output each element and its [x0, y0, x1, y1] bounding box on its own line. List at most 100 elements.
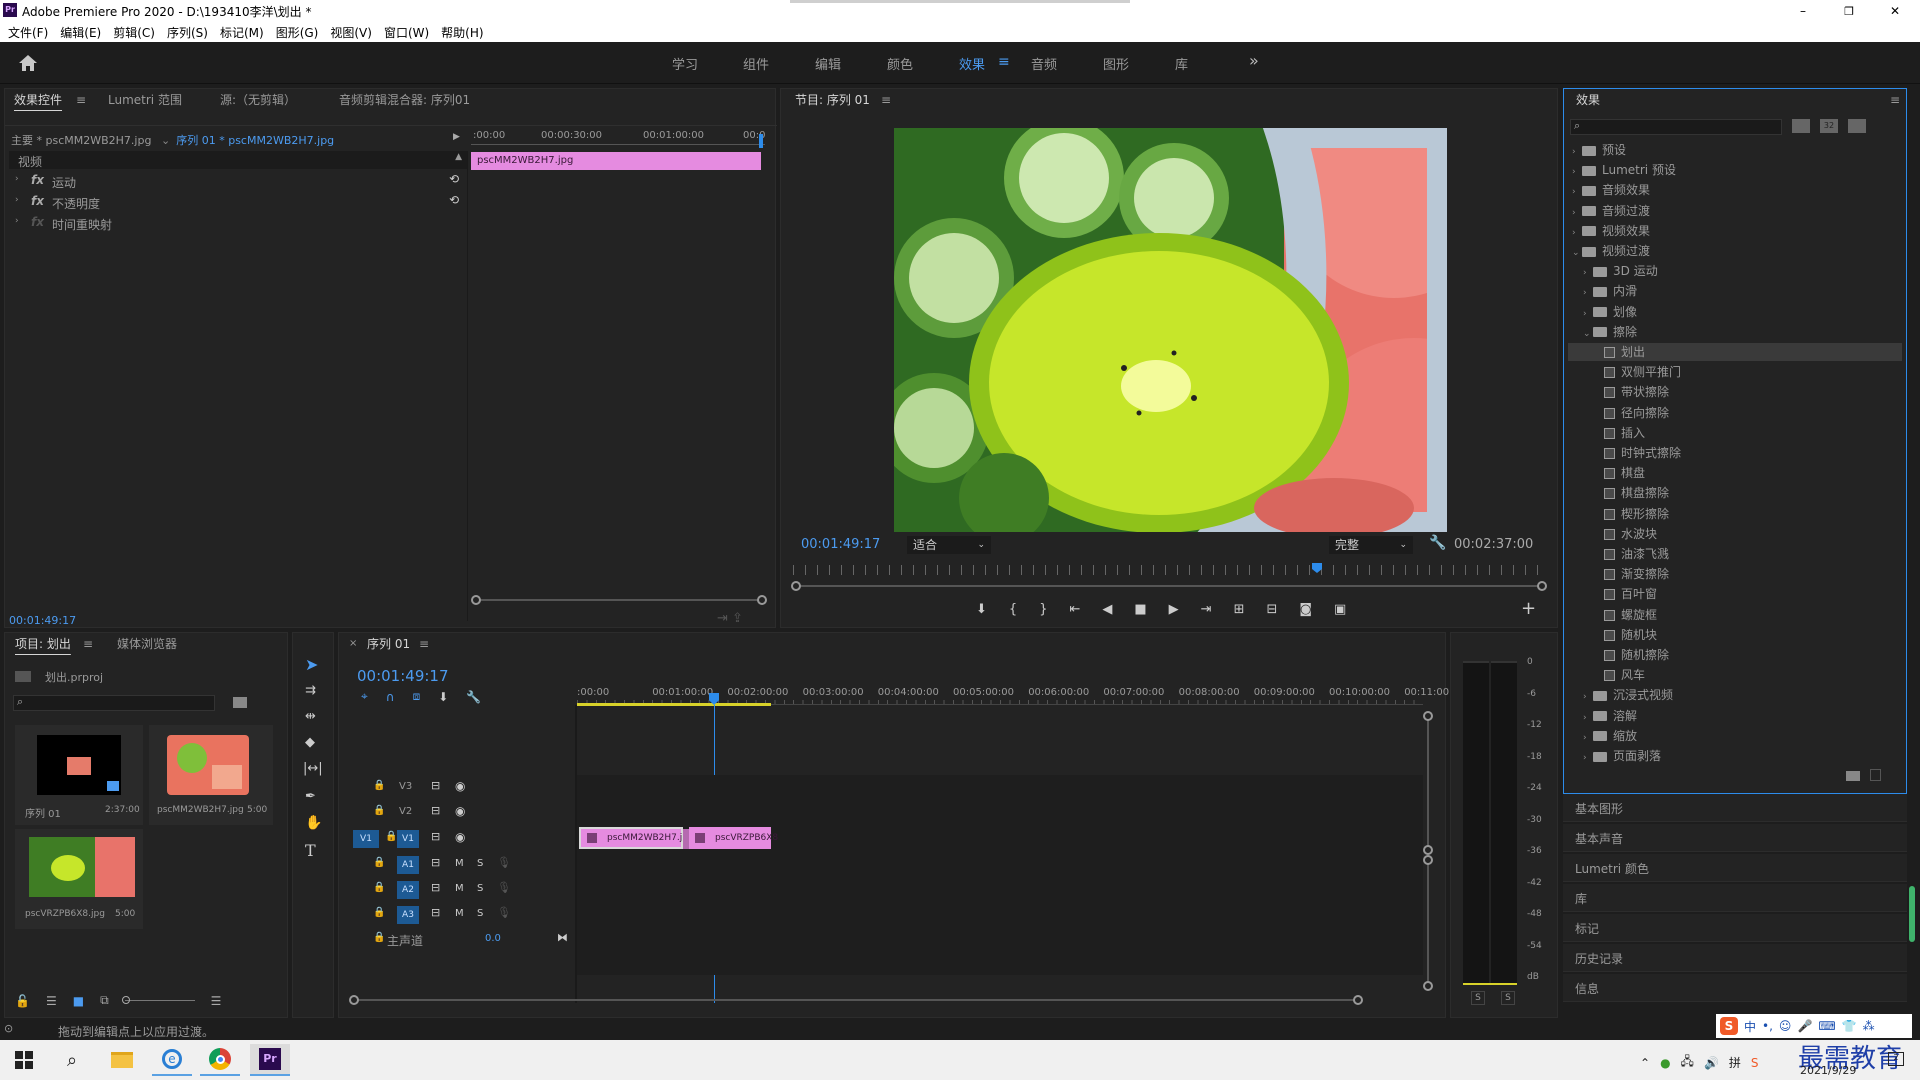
- emoji-icon[interactable]: ☺: [1779, 1019, 1792, 1033]
- chevron-right-icon[interactable]: ›: [1572, 163, 1582, 181]
- chevron-right-icon[interactable]: ›: [1583, 749, 1593, 767]
- list-view-icon[interactable]: ☰: [46, 994, 57, 1008]
- sync-lock-icon[interactable]: ⊟: [431, 881, 440, 894]
- mute-button[interactable]: M: [455, 908, 464, 919]
- home-icon[interactable]: [18, 54, 38, 72]
- freeform-view-icon[interactable]: ⧉: [100, 993, 109, 1008]
- effect-item[interactable]: 时钟式擦除: [1568, 444, 1902, 462]
- chevron-right-icon[interactable]: ›: [1572, 224, 1582, 242]
- effect-item[interactable]: 水波块: [1568, 525, 1902, 543]
- workspace-graphics[interactable]: 图形: [1103, 54, 1129, 73]
- track-select-tool-icon[interactable]: ⇉: [305, 683, 316, 698]
- track-target-v1[interactable]: V1: [397, 830, 419, 848]
- maximize-button[interactable]: ❐: [1836, 0, 1862, 22]
- effects-folder[interactable]: › 音频效果: [1568, 181, 1902, 199]
- menu-view[interactable]: 视图(V): [330, 24, 372, 41]
- premiere-pro-taskbar-icon[interactable]: Pr: [250, 1044, 290, 1076]
- voice-icon[interactable]: 🎤: [1797, 1019, 1812, 1033]
- eye-icon[interactable]: ◉: [455, 830, 465, 844]
- ime-mode[interactable]: 中: [1744, 1018, 1756, 1035]
- track-target-a1[interactable]: A1: [397, 856, 419, 874]
- sort-icon[interactable]: ☰: [211, 994, 222, 1008]
- lock-icon[interactable]: 🔓: [15, 994, 30, 1008]
- go-to-out-icon[interactable]: ⇥: [1201, 602, 1212, 617]
- workspace-editing[interactable]: 编辑: [815, 54, 841, 73]
- add-marker-icon[interactable]: ⬇: [976, 602, 987, 617]
- ec-zoom-scrollbar[interactable]: [471, 595, 767, 605]
- menu-file[interactable]: 文件(F): [8, 24, 48, 41]
- effects-folder[interactable]: › 音频过渡: [1568, 202, 1902, 220]
- timeline-timecode[interactable]: 00:01:49:17: [357, 667, 449, 685]
- source-patch-v1[interactable]: V1: [353, 830, 379, 848]
- menu-window[interactable]: 窗口(W): [384, 24, 429, 41]
- menu-clip[interactable]: 剪辑(C): [113, 24, 155, 41]
- tab-project[interactable]: 项目: 划出: [15, 633, 71, 655]
- tools-grid-icon[interactable]: ⁂: [1863, 1019, 1875, 1033]
- ec-playhead[interactable]: [759, 134, 763, 148]
- solo-button[interactable]: S: [477, 883, 483, 894]
- lift-icon[interactable]: ⊞: [1234, 602, 1245, 617]
- effect-item[interactable]: 棋盘擦除: [1568, 484, 1902, 502]
- mute-button[interactable]: M: [455, 883, 464, 894]
- mic-icon[interactable]: 🎙: [497, 856, 511, 869]
- chrome-icon[interactable]: [200, 1044, 240, 1076]
- stop-icon[interactable]: ■: [1134, 602, 1146, 617]
- workspace-more-icon[interactable]: »: [1249, 51, 1259, 70]
- sync-lock-icon[interactable]: ⊟: [431, 906, 440, 919]
- icon-view-icon[interactable]: ■: [73, 994, 84, 1008]
- side-panel-header[interactable]: Lumetri 颜色: [1563, 854, 1907, 882]
- project-item-image-2[interactable]: pscVRZPB6X8.jpg 5:00: [15, 829, 143, 929]
- expand-icon[interactable]: ›: [15, 195, 25, 205]
- collapse-icon[interactable]: ▲: [455, 152, 462, 162]
- timeline-audio-scrollbar[interactable]: [1423, 855, 1433, 991]
- delete-icon[interactable]: [1870, 769, 1881, 781]
- side-panel-header[interactable]: 基本图形: [1563, 794, 1907, 822]
- effects-folder[interactable]: ⌄ 视频过渡: [1568, 242, 1902, 260]
- ec-footer-icons[interactable]: ⇥ ⇪: [717, 611, 743, 626]
- chevron-right-icon[interactable]: ›: [1572, 183, 1582, 201]
- speaker-icon[interactable]: 🔊: [1704, 1056, 1719, 1070]
- tab-media-browser[interactable]: 媒体浏览器: [117, 633, 177, 655]
- side-panel-header[interactable]: 历史记录: [1563, 944, 1907, 972]
- master-volume-value[interactable]: 0.0: [485, 933, 501, 944]
- effects-menu-icon[interactable]: ≡: [1890, 89, 1900, 111]
- ie-browser-icon[interactable]: e: [152, 1044, 192, 1076]
- new-bin-icon[interactable]: [1846, 771, 1860, 781]
- lock-icon[interactable]: 🔒: [373, 780, 385, 791]
- effects-folder[interactable]: › 溶解: [1568, 707, 1902, 725]
- chevron-right-icon[interactable]: ›: [1583, 709, 1593, 727]
- sogou-tray-icon[interactable]: S: [1751, 1056, 1759, 1070]
- linked-selection-icon[interactable]: ⧈: [413, 689, 421, 704]
- program-time-ruler[interactable]: [793, 565, 1545, 575]
- nest-icon[interactable]: ⌖: [361, 689, 368, 704]
- effect-item[interactable]: 随机擦除: [1568, 646, 1902, 664]
- chevron-up-icon[interactable]: ⌃: [1640, 1056, 1650, 1070]
- snap-icon[interactable]: ∩: [386, 690, 395, 704]
- reset-icon[interactable]: ⟲: [449, 172, 459, 186]
- chevron-right-icon[interactable]: ›: [1572, 143, 1582, 161]
- effect-item[interactable]: 带状擦除: [1568, 383, 1902, 401]
- new-bin-from-search-icon[interactable]: [233, 697, 247, 708]
- add-marker-icon[interactable]: ⬇: [438, 690, 448, 704]
- chevron-down-icon[interactable]: ⌄: [1572, 244, 1582, 262]
- tab-audio-clip-mixer[interactable]: 音频剪辑混合器: 序列01: [339, 89, 470, 111]
- effect-time-remap[interactable]: › fx 时间重映射: [9, 213, 467, 233]
- tab-effect-controls[interactable]: 效果控件: [14, 89, 62, 111]
- settings-wrench-icon[interactable]: 🔧: [1429, 535, 1446, 551]
- timeline-video-scrollbar[interactable]: [1423, 711, 1433, 855]
- chevron-right-icon[interactable]: ›: [1583, 305, 1593, 323]
- tab-source[interactable]: 源:（无剪辑）: [220, 89, 296, 111]
- workspace-effects[interactable]: 效果: [959, 54, 985, 73]
- tab-project-menu-icon[interactable]: ≡: [83, 633, 93, 655]
- project-item-sequence[interactable]: 序列 01 2:37:00: [15, 725, 143, 825]
- effect-item[interactable]: 渐变擦除: [1568, 565, 1902, 583]
- mark-out-icon[interactable]: }: [1039, 602, 1047, 617]
- effect-item[interactable]: 径向擦除: [1568, 404, 1902, 422]
- play-only-icon[interactable]: ▶: [453, 132, 460, 142]
- timeline-settings-icon[interactable]: 🔧: [466, 690, 481, 704]
- step-back-icon[interactable]: ◀: [1102, 602, 1112, 617]
- go-to-in-icon[interactable]: ⇤: [1069, 602, 1080, 617]
- side-panel-header[interactable]: 信息: [1563, 974, 1907, 1002]
- project-item-image-1[interactable]: pscMM2WB2H7.jpg 5:00: [149, 725, 273, 825]
- workspace-assembly[interactable]: 组件: [743, 54, 769, 73]
